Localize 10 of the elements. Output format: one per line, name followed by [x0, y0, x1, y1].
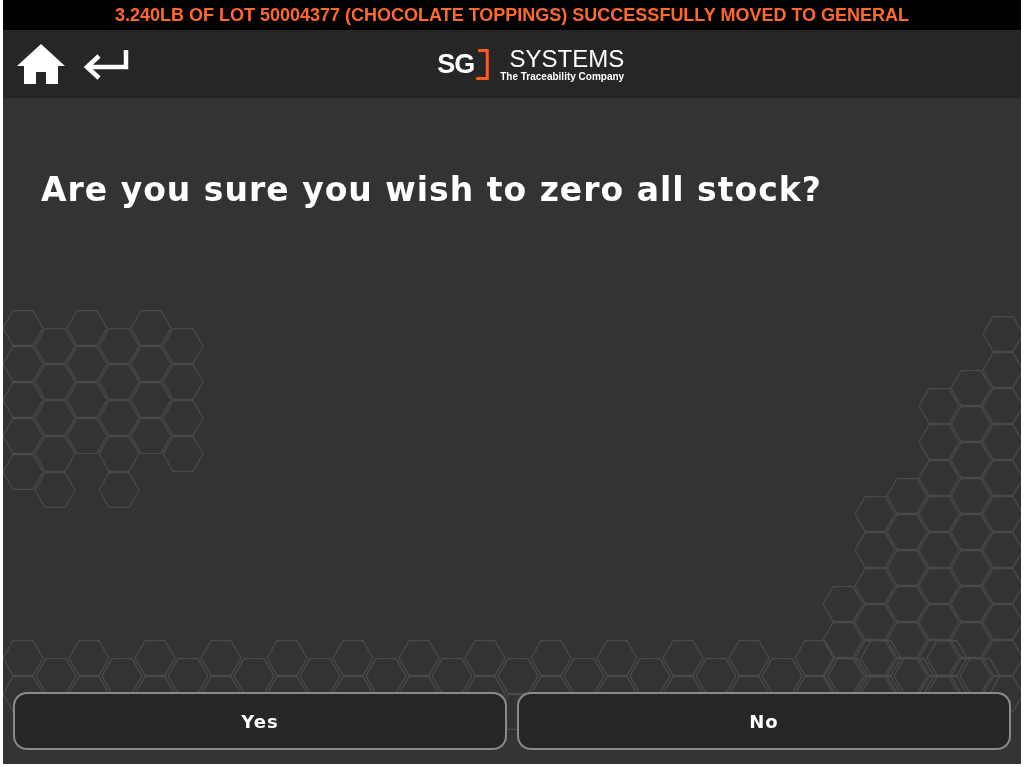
confirmation-question: Are you sure you wish to zero all stock? — [41, 170, 823, 209]
home-icon[interactable] — [15, 42, 67, 86]
answer-button[interactable]: Yes — [13, 692, 507, 750]
logo-name: SYSTEMS — [509, 46, 625, 71]
status-message: 3.240LB OF LOT 50004377 (CHOCOLATE TOPPINGS) SUCCESSFULLY MOVED TO GENERAL — [3, 0, 1021, 30]
logo-tagline: The Traceability Company — [500, 70, 625, 82]
bracket-icon — [476, 48, 491, 80]
answer-button[interactable]: No — [517, 692, 1011, 750]
return-arrow-icon[interactable] — [81, 47, 131, 81]
logo-mark: SG — [437, 48, 475, 80]
